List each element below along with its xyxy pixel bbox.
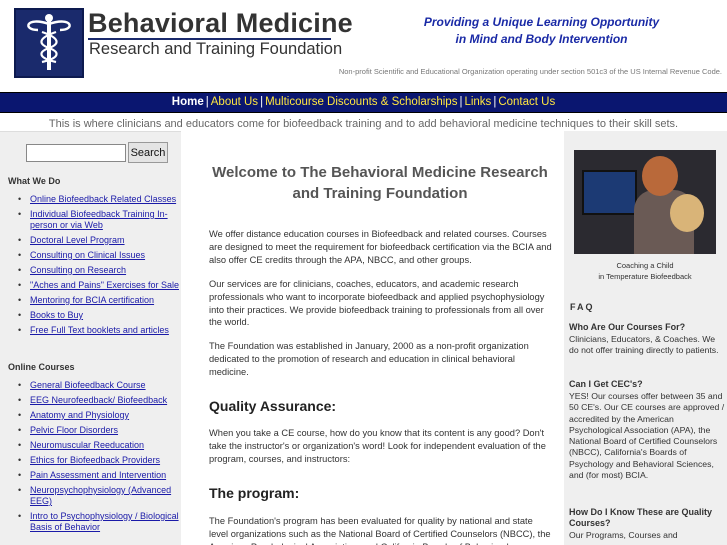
list-item: Mentoring for BCIA certification: [16, 295, 181, 306]
logo-subtitle: Research and Training Foundation: [89, 40, 343, 58]
photo-caption: Coaching a Child in Temperature Biofeedb…: [574, 261, 716, 282]
list-item: Neuromuscular Reeducation: [16, 440, 181, 451]
course-link[interactable]: Intro to Psychophysiology / Biological B…: [30, 511, 179, 532]
search-button[interactable]: Search: [128, 142, 168, 163]
nav-discounts-scholarships[interactable]: Multicourse Discounts & Scholarships: [265, 96, 457, 108]
list-item: Doctoral Level Program: [16, 235, 181, 246]
nav-home[interactable]: Home: [172, 96, 204, 108]
menu-link[interactable]: Consulting on Clinical Issues: [30, 250, 145, 260]
monitor-image: [582, 170, 637, 215]
course-link[interactable]: Neuromuscular Reeducation: [30, 440, 144, 450]
person-image: [642, 156, 678, 196]
intro-paragraph: We offer distance education courses in B…: [209, 229, 552, 265]
nav-separator: |: [493, 96, 497, 108]
course-link[interactable]: Neuropsychophysiology (Advanced EEG): [30, 485, 171, 506]
course-link[interactable]: EEG Neurofeedback/ Biofeedback: [30, 395, 167, 405]
nav-separator: |: [459, 96, 463, 108]
site-header: Behavioral Medicine Research and Trainin…: [0, 0, 727, 92]
list-item: Free Full Text booklets and articles: [16, 325, 181, 336]
caption-line-1: Coaching a Child: [616, 261, 674, 270]
list-item: Anatomy and Physiology: [16, 410, 181, 421]
quality-assurance-heading: Quality Assurance:: [209, 398, 337, 414]
caduceus-logo-icon[interactable]: [14, 8, 84, 78]
what-we-do-list: Online Biofeedback Related Classes Indiv…: [16, 194, 181, 340]
established-paragraph: The Foundation was established in Januar…: [209, 341, 529, 377]
menu-link[interactable]: Free Full Text booklets and articles: [30, 325, 169, 335]
faq-answer: Our Programs, Courses and: [569, 530, 678, 540]
list-item: Pain Assessment and Intervention: [16, 470, 181, 481]
list-item: Books to Buy: [16, 310, 181, 321]
list-item: EEG Neurofeedback/ Biofeedback: [16, 395, 181, 406]
person-image: [670, 194, 704, 232]
nav-about-us[interactable]: About Us: [211, 96, 258, 108]
faq-question: How Do I Know These are Quality Courses?: [569, 507, 713, 528]
nav-links[interactable]: Links: [464, 96, 491, 108]
course-link[interactable]: Anatomy and Physiology: [30, 410, 129, 420]
program-heading: The program:: [209, 485, 300, 501]
program-paragraph: The Foundation's program has been evalua…: [209, 516, 551, 545]
online-courses-list: General Biofeedback Course EEG Neurofeed…: [16, 380, 181, 537]
menu-link[interactable]: "Aches and Pains" Exercises for Sale: [30, 280, 179, 290]
list-item: Consulting on Research: [16, 265, 181, 276]
list-item: Consulting on Clinical Issues: [16, 250, 181, 261]
page-title: Welcome to The Behavioral Medicine Resea…: [212, 164, 548, 202]
list-item: Ethics for Biofeedback Providers: [16, 455, 181, 466]
tagline-line-2: in Mind and Body Intervention: [455, 32, 628, 46]
menu-link[interactable]: Mentoring for BCIA certification: [30, 295, 154, 305]
list-item: Pelvic Floor Disorders: [16, 425, 181, 436]
online-courses-heading: Online Courses: [8, 362, 75, 372]
caption-line-2: in Temperature Biofeedback: [598, 271, 692, 281]
list-item: Intro to Psychophysiology / Biological B…: [16, 511, 181, 533]
faq-answer: Clinicians, Educators, & Coaches. We do …: [569, 334, 719, 356]
nonprofit-notice: Non-profit Scientific and Educational Or…: [338, 67, 722, 76]
menu-link[interactable]: Individual Biofeedback Training In-perso…: [30, 209, 168, 230]
main-nav: Home | About Us | Multicourse Discounts & Sc…: [0, 92, 727, 113]
list-item: Neuropsychophysiology (Advanced EEG): [16, 485, 181, 507]
search-input[interactable]: [26, 144, 126, 162]
nav-separator: |: [260, 96, 264, 108]
list-item: "Aches and Pains" Exercises for Sale: [16, 280, 181, 291]
logo-title: Behavioral Medicine: [88, 8, 353, 38]
coaching-photo: [574, 150, 716, 254]
nav-contact-us[interactable]: Contact Us: [498, 96, 555, 108]
menu-link[interactable]: Books to Buy: [30, 310, 83, 320]
what-we-do-heading: What We Do: [8, 176, 61, 186]
faq-answer: YES! Our courses offer between 35 and 50…: [569, 391, 725, 481]
menu-link[interactable]: Consulting on Research: [30, 265, 126, 275]
services-paragraph: Our services are for clinicians, coaches…: [209, 279, 545, 328]
list-item: General Biofeedback Course: [16, 380, 181, 391]
list-item: Individual Biofeedback Training In-perso…: [16, 209, 181, 231]
course-link[interactable]: General Biofeedback Course: [30, 380, 146, 390]
faq-question: Who Are Our Courses For?: [569, 322, 686, 332]
course-link[interactable]: Pelvic Floor Disorders: [30, 425, 118, 435]
nav-separator: |: [205, 96, 209, 108]
intro-text: This is where clinicians and educators c…: [48, 118, 679, 130]
menu-link[interactable]: Doctoral Level Program: [30, 235, 125, 245]
list-item: Online Biofeedback Related Classes: [16, 194, 181, 205]
faq-question: Can I Get CEC's?: [569, 379, 643, 389]
course-link[interactable]: Pain Assessment and Intervention: [30, 470, 166, 480]
course-link[interactable]: Ethics for Biofeedback Providers: [30, 455, 160, 465]
menu-link[interactable]: Online Biofeedback Related Classes: [30, 194, 176, 204]
tagline: Providing a Unique Learning Opportunity …: [390, 14, 693, 48]
faq-heading: FAQ: [570, 302, 595, 312]
quality-paragraph: When you take a CE course, how do you kn…: [209, 428, 546, 464]
tagline-line-1: Providing a Unique Learning Opportunity: [423, 15, 660, 29]
